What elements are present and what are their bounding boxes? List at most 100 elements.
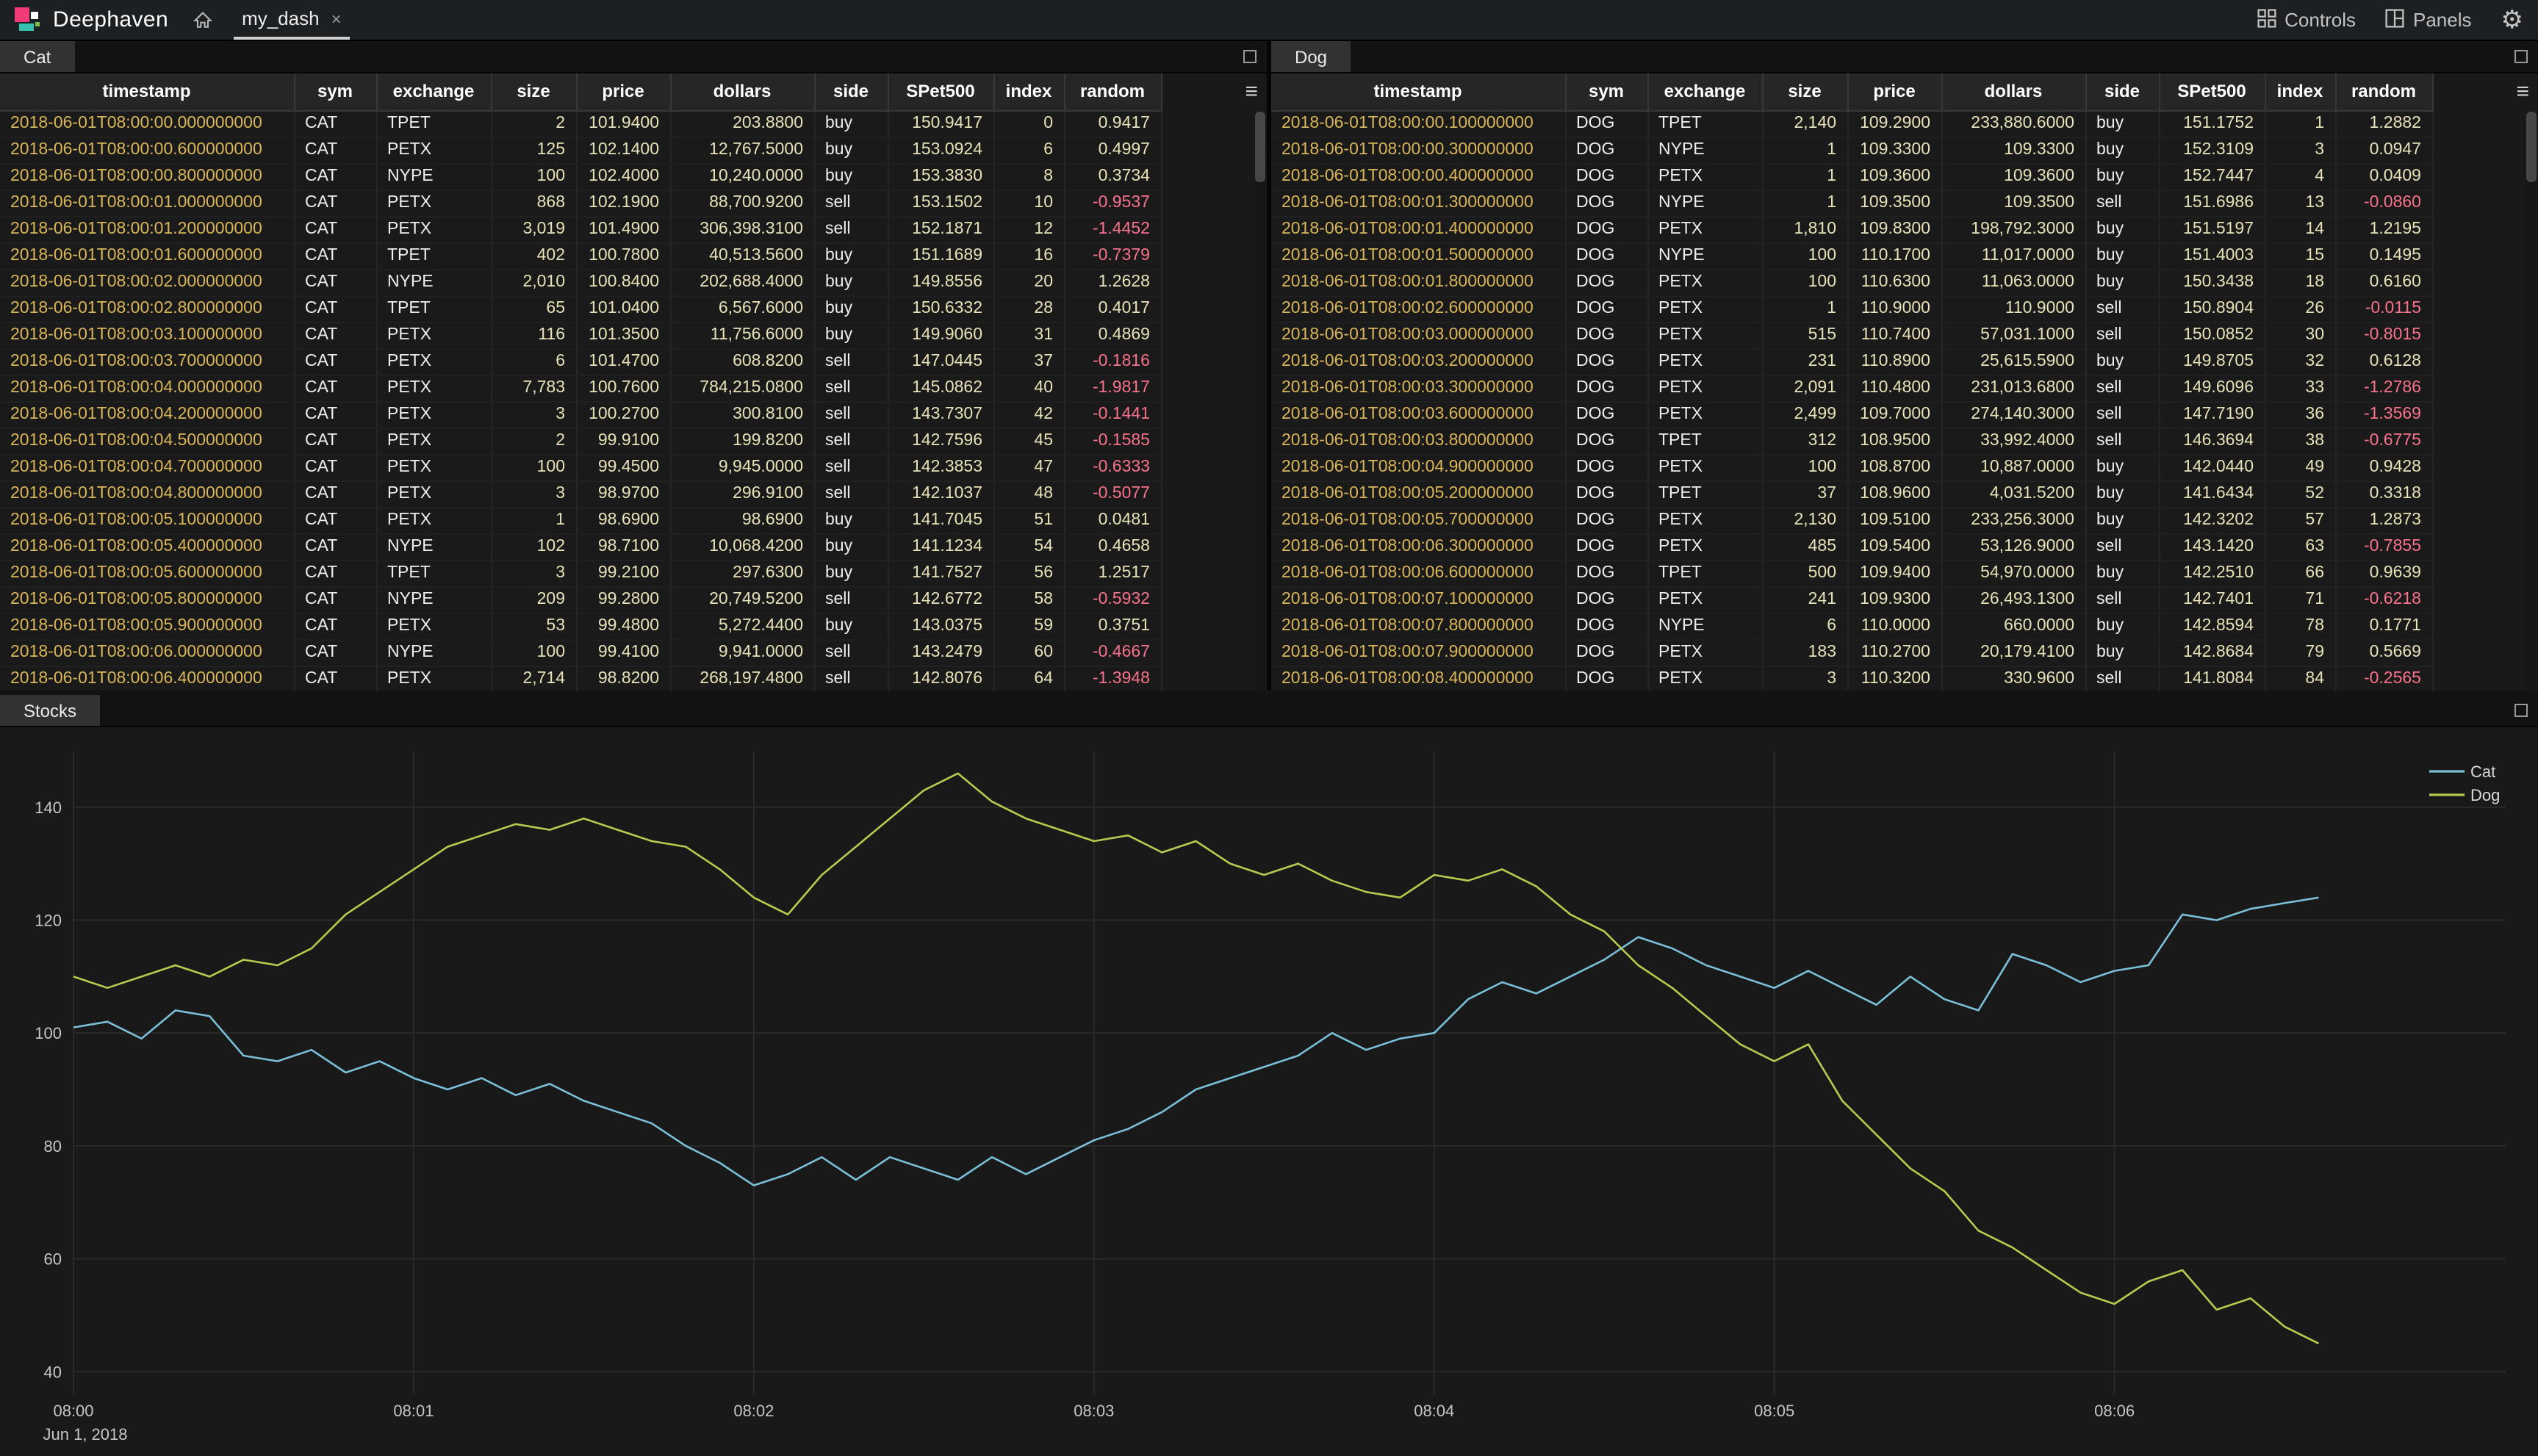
column-header-size[interactable]: size — [1762, 73, 1847, 110]
cell-exchange: NYPE — [1647, 137, 1762, 163]
column-header-timestamp[interactable]: timestamp — [1271, 73, 1565, 110]
table-row[interactable]: 2018-06-01T08:00:01.300000000DOGNYPE1109… — [1271, 190, 2432, 216]
tab-my-dash[interactable]: my_dash × — [233, 1, 350, 39]
legend-label-cat[interactable]: Cat — [2470, 763, 2495, 781]
cell-random: 0.9639 — [2335, 560, 2432, 586]
maximize-icon[interactable] — [2514, 704, 2528, 717]
cell-side: buy — [2085, 137, 2159, 163]
settings-gear-icon[interactable]: ⚙ — [2501, 7, 2524, 32]
maximize-icon[interactable] — [2514, 50, 2528, 63]
table-row[interactable]: 2018-06-01T08:00:04.200000000CATPETX3100… — [0, 401, 1161, 428]
table-row[interactable]: 2018-06-01T08:00:05.400000000CATNYPE1029… — [0, 533, 1161, 560]
table-row[interactable]: 2018-06-01T08:00:01.600000000CATTPET4021… — [0, 242, 1161, 269]
table-row[interactable]: 2018-06-01T08:00:05.100000000CATPETX198.… — [0, 507, 1161, 533]
close-icon[interactable]: × — [331, 8, 342, 29]
dog-scrollbar[interactable] — [2526, 112, 2537, 691]
table-row[interactable]: 2018-06-01T08:00:04.900000000DOGPETX1001… — [1271, 454, 2432, 480]
cell-price: 109.9400 — [1847, 560, 1941, 586]
table-row[interactable]: 2018-06-01T08:00:00.600000000CATPETX1251… — [0, 137, 1161, 163]
column-header-side[interactable]: side — [2085, 73, 2159, 110]
table-row[interactable]: 2018-06-01T08:00:02.000000000CATNYPE2,01… — [0, 269, 1161, 295]
table-row[interactable]: 2018-06-01T08:00:03.700000000CATPETX6101… — [0, 348, 1161, 375]
table-row[interactable]: 2018-06-01T08:00:00.400000000DOGPETX1109… — [1271, 163, 2432, 190]
cell-dollars: 11,063.0000 — [1941, 269, 2085, 295]
column-header-price[interactable]: price — [576, 73, 670, 110]
column-header-SPet500[interactable]: SPet500 — [2159, 73, 2265, 110]
table-row[interactable]: 2018-06-01T08:00:03.600000000DOGPETX2,49… — [1271, 401, 2432, 428]
column-header-price[interactable]: price — [1847, 73, 1941, 110]
table-row[interactable]: 2018-06-01T08:00:03.800000000DOGTPET3121… — [1271, 428, 2432, 454]
deephaven-app: Deephaven my_dash × Controls Panels ⚙ — [0, 0, 2538, 1456]
column-header-size[interactable]: size — [491, 73, 576, 110]
column-header-index[interactable]: index — [993, 73, 1064, 110]
table-row[interactable]: 2018-06-01T08:00:04.700000000CATPETX1009… — [0, 454, 1161, 480]
table-row[interactable]: 2018-06-01T08:00:04.800000000CATPETX398.… — [0, 480, 1161, 507]
tab-stocks[interactable]: Stocks — [0, 695, 100, 726]
table-row[interactable]: 2018-06-01T08:00:07.900000000DOGPETX1831… — [1271, 639, 2432, 666]
column-header-random[interactable]: random — [1064, 73, 1161, 110]
table-row[interactable]: 2018-06-01T08:00:06.600000000DOGTPET5001… — [1271, 560, 2432, 586]
maximize-icon[interactable] — [1243, 50, 1257, 63]
table-row[interactable]: 2018-06-01T08:00:02.800000000CATTPET6510… — [0, 295, 1161, 322]
cell-dollars: 109.3600 — [1941, 163, 2085, 190]
table-row[interactable]: 2018-06-01T08:00:05.700000000DOGPETX2,13… — [1271, 507, 2432, 533]
cell-side: buy — [814, 295, 888, 322]
table-row[interactable]: 2018-06-01T08:00:04.500000000CATPETX299.… — [0, 428, 1161, 454]
cell-dollars: 33,992.4000 — [1941, 428, 2085, 454]
table-row[interactable]: 2018-06-01T08:00:01.800000000DOGPETX1001… — [1271, 269, 2432, 295]
column-header-sym[interactable]: sym — [294, 73, 376, 110]
table-row[interactable]: 2018-06-01T08:00:03.100000000CATPETX1161… — [0, 322, 1161, 348]
table-row[interactable]: 2018-06-01T08:00:00.800000000CATNYPE1001… — [0, 163, 1161, 190]
cell-SPet500: 142.2510 — [2159, 560, 2265, 586]
column-header-exchange[interactable]: exchange — [376, 73, 491, 110]
column-header-dollars[interactable]: dollars — [1941, 73, 2085, 110]
table-row[interactable]: 2018-06-01T08:00:00.100000000DOGTPET2,14… — [1271, 110, 2432, 137]
column-header-random[interactable]: random — [2335, 73, 2432, 110]
table-row[interactable]: 2018-06-01T08:00:03.200000000DOGPETX2311… — [1271, 348, 2432, 375]
cell-sym: CAT — [294, 428, 376, 454]
column-header-dollars[interactable]: dollars — [670, 73, 814, 110]
table-row[interactable]: 2018-06-01T08:00:01.500000000DOGNYPE1001… — [1271, 242, 2432, 269]
table-row[interactable]: 2018-06-01T08:00:08.400000000DOGPETX3110… — [1271, 666, 2432, 691]
cell-dollars: 54,970.0000 — [1941, 560, 2085, 586]
column-header-side[interactable]: side — [814, 73, 888, 110]
home-icon[interactable] — [192, 10, 212, 30]
column-header-exchange[interactable]: exchange — [1647, 73, 1762, 110]
table-row[interactable]: 2018-06-01T08:00:05.200000000DOGTPET3710… — [1271, 480, 2432, 507]
cell-exchange: TPET — [376, 242, 491, 269]
scrollbar-thumb[interactable] — [2526, 112, 2537, 182]
column-header-SPet500[interactable]: SPet500 — [888, 73, 993, 110]
table-row[interactable]: 2018-06-01T08:00:06.300000000DOGPETX4851… — [1271, 533, 2432, 560]
cell-exchange: PETX — [1647, 401, 1762, 428]
column-header-sym[interactable]: sym — [1565, 73, 1647, 110]
table-row[interactable]: 2018-06-01T08:00:05.900000000CATPETX5399… — [0, 613, 1161, 639]
table-row[interactable]: 2018-06-01T08:00:01.000000000CATPETX8681… — [0, 190, 1161, 216]
panels-button[interactable]: Panels — [2385, 8, 2472, 32]
tab-dog[interactable]: Dog — [1271, 41, 1351, 72]
column-header-index[interactable]: index — [2265, 73, 2335, 110]
table-row[interactable]: 2018-06-01T08:00:01.200000000CATPETX3,01… — [0, 216, 1161, 242]
grid-menu-icon[interactable]: ≡ — [2516, 73, 2529, 110]
grid-menu-icon[interactable]: ≡ — [1245, 73, 1258, 110]
table-row[interactable]: 2018-06-01T08:00:00.300000000DOGNYPE1109… — [1271, 137, 2432, 163]
controls-button[interactable]: Controls — [2257, 8, 2356, 32]
table-row[interactable]: 2018-06-01T08:00:06.400000000CATPETX2,71… — [0, 666, 1161, 691]
table-row[interactable]: 2018-06-01T08:00:07.100000000DOGPETX2411… — [1271, 586, 2432, 613]
table-row[interactable]: 2018-06-01T08:00:05.600000000CATTPET399.… — [0, 560, 1161, 586]
cell-timestamp: 2018-06-01T08:00:01.400000000 — [1271, 216, 1565, 242]
table-row[interactable]: 2018-06-01T08:00:07.800000000DOGNYPE6110… — [1271, 613, 2432, 639]
table-row[interactable]: 2018-06-01T08:00:01.400000000DOGPETX1,81… — [1271, 216, 2432, 242]
tab-cat[interactable]: Cat — [0, 41, 74, 72]
cell-size: 231 — [1762, 348, 1847, 375]
table-row[interactable]: 2018-06-01T08:00:03.000000000DOGPETX5151… — [1271, 322, 2432, 348]
table-row[interactable]: 2018-06-01T08:00:02.600000000DOGPETX1110… — [1271, 295, 2432, 322]
table-row[interactable]: 2018-06-01T08:00:06.000000000CATNYPE1009… — [0, 639, 1161, 666]
table-row[interactable]: 2018-06-01T08:00:04.000000000CATPETX7,78… — [0, 375, 1161, 401]
column-header-timestamp[interactable]: timestamp — [0, 73, 294, 110]
legend-label-dog[interactable]: Dog — [2470, 786, 2500, 804]
scrollbar-thumb[interactable] — [1255, 112, 1265, 182]
table-row[interactable]: 2018-06-01T08:00:05.800000000CATNYPE2099… — [0, 586, 1161, 613]
table-row[interactable]: 2018-06-01T08:00:00.000000000CATTPET2101… — [0, 110, 1161, 137]
table-row[interactable]: 2018-06-01T08:00:03.300000000DOGPETX2,09… — [1271, 375, 2432, 401]
cat-scrollbar[interactable] — [1255, 112, 1265, 691]
